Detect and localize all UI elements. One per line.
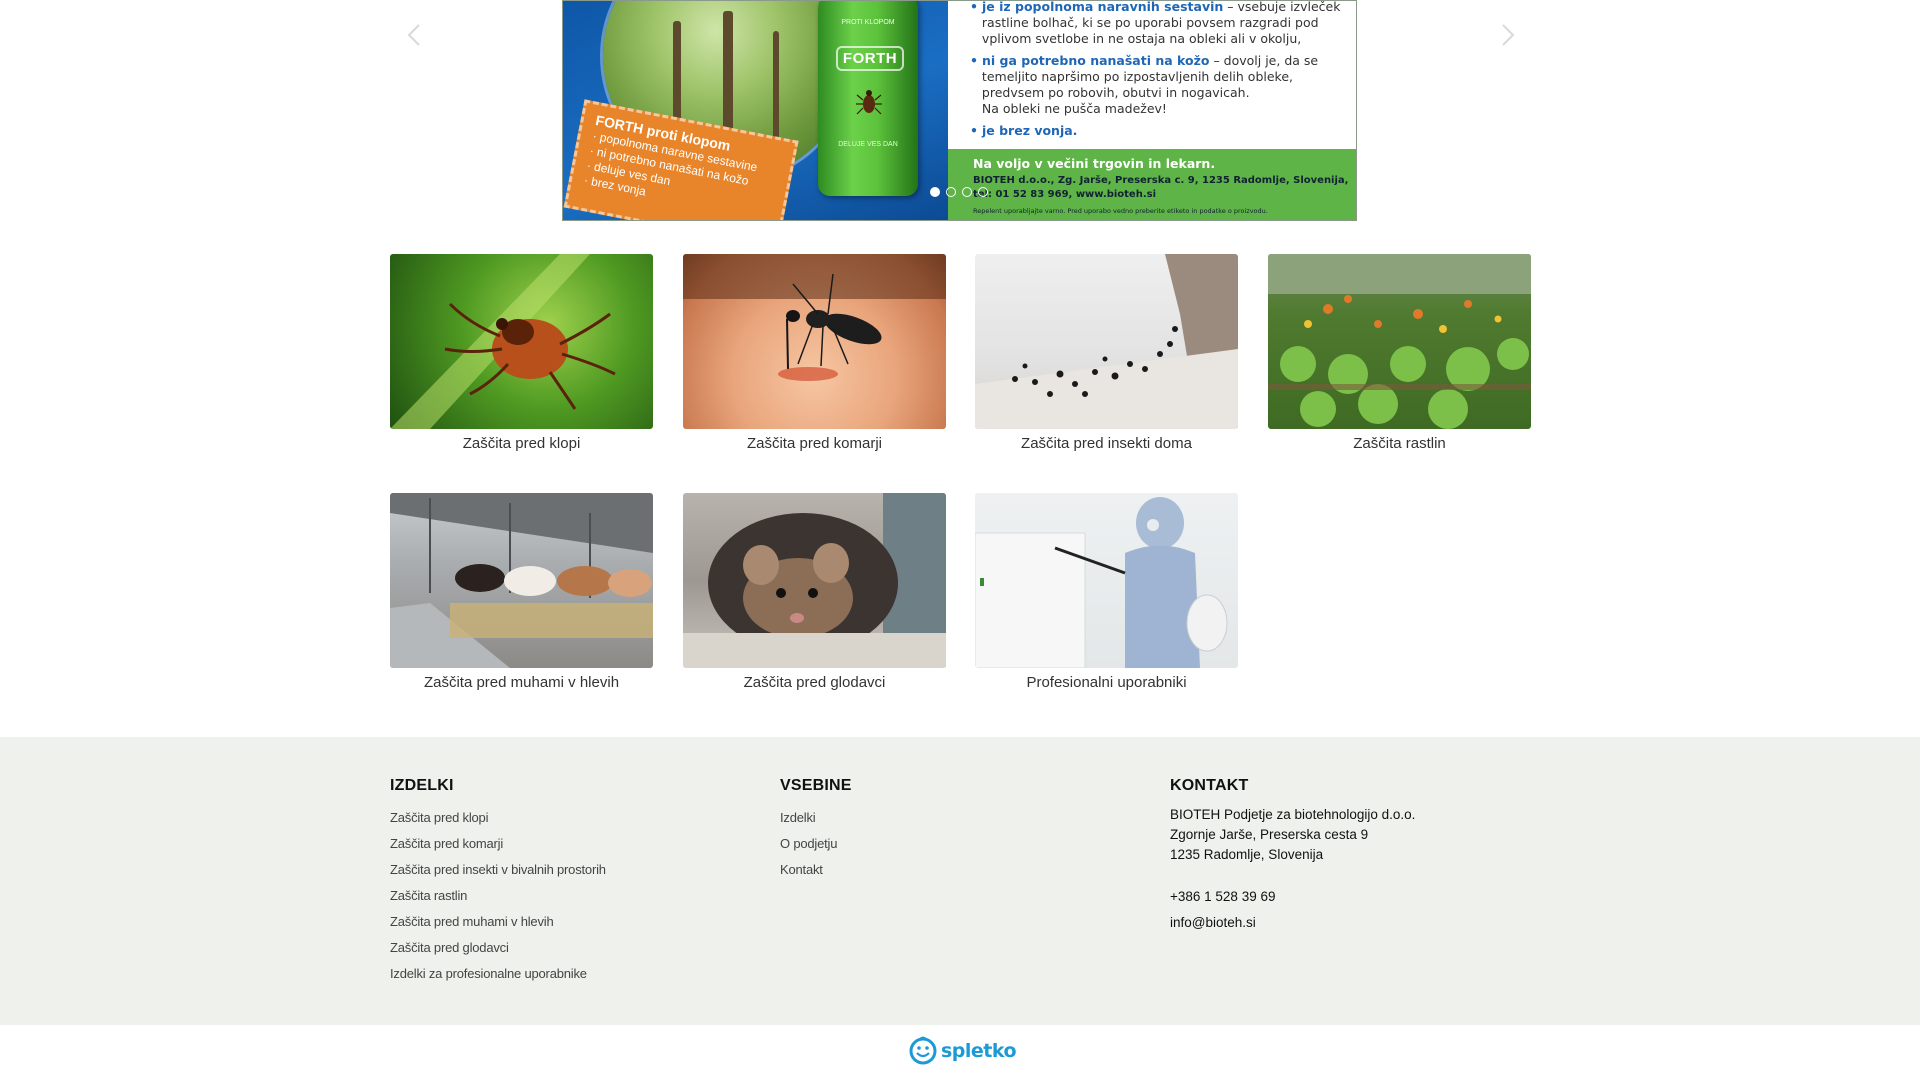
banner-address: BIOTEH d.o.o., Zg. Jarše, Preserska c. 9… bbox=[973, 175, 1349, 186]
feature-text: – dovolj je, da se bbox=[1209, 53, 1319, 68]
contact-street: Zgornje Jarše, Preserska cesta 9 bbox=[1170, 827, 1369, 842]
category-card-professional[interactable]: Profesionalni uporabniki bbox=[975, 493, 1238, 691]
next-slide-arrow-icon[interactable] bbox=[1494, 22, 1520, 48]
contact-phone[interactable]: +386 1 528 39 69 bbox=[1170, 887, 1415, 907]
barn-image[interactable] bbox=[390, 493, 653, 668]
footer-link[interactable]: Zaščita pred komarji bbox=[390, 831, 606, 857]
feature-1: • je iz popolnoma naravnih sestavin – vs… bbox=[970, 0, 1341, 46]
category-label[interactable]: Profesionalni uporabniki bbox=[975, 674, 1238, 691]
category-label[interactable]: Zaščita rastlin bbox=[1268, 435, 1531, 452]
slider-dot[interactable] bbox=[962, 187, 972, 197]
site-footer: IZDELKI Zaščita pred klopi Zaščita pred … bbox=[0, 737, 1920, 1025]
category-label[interactable]: Zaščita pred glodavci bbox=[683, 674, 946, 691]
tick-image[interactable] bbox=[390, 254, 653, 429]
footer-heading: KONTAKT bbox=[1170, 777, 1249, 794]
slider-dot[interactable] bbox=[978, 187, 988, 197]
slider-dot[interactable] bbox=[930, 187, 940, 197]
banner-visual: PROTI KLOPOM FORTH DELUJE VES DAN FORTH … bbox=[563, 1, 948, 220]
feature-text: – vsebuje izvleček bbox=[1223, 0, 1341, 14]
footer-link[interactable]: Zaščita pred glodavci bbox=[390, 935, 606, 961]
rat-image[interactable] bbox=[683, 493, 946, 668]
feature-highlight: je iz popolnoma naravnih sestavin bbox=[981, 0, 1224, 14]
feature-3: • je brez vonja. bbox=[970, 123, 1078, 138]
feature-text: predvsem po robovih, obutvi in nogavicah… bbox=[981, 85, 1250, 100]
feature-text: Na obleki ne pušča madežev! bbox=[981, 101, 1167, 116]
footer-contact-column: KONTAKT BIOTEH Podjetje za biotehnologij… bbox=[1170, 777, 1415, 933]
banner-text-panel: • je iz popolnoma naravnih sestavin – vs… bbox=[948, 0, 1356, 220]
mosquito-image[interactable] bbox=[683, 254, 946, 429]
garden-image[interactable] bbox=[1268, 254, 1531, 429]
category-card-barn-flies[interactable]: Zaščita pred muhami v hlevih bbox=[390, 493, 653, 691]
slider-dot[interactable] bbox=[946, 187, 956, 197]
can-top-text: PROTI KLOPOM bbox=[841, 19, 895, 26]
footer-link[interactable]: Zaščita rastlin bbox=[390, 883, 606, 909]
footer-link[interactable]: Izdelki bbox=[780, 805, 852, 831]
feature-text: rastline bolhač, ki se po uporabi povsem… bbox=[981, 15, 1319, 30]
footer-contents-column: VSEBINE Izdelki O podjetju Kontakt bbox=[780, 777, 852, 883]
contact-city: 1235 Radomlje, Slovenija bbox=[1170, 847, 1324, 862]
feature-highlight: je brez vonja. bbox=[981, 123, 1078, 138]
feature-2: • ni ga potrebno nanašati na kožo – dovo… bbox=[970, 53, 1319, 116]
footer-link[interactable]: Zaščita pred klopi bbox=[390, 805, 606, 831]
availability-text: Na voljo v večini trgovin in lekarn. bbox=[973, 156, 1216, 171]
footer-heading: VSEBINE bbox=[780, 777, 852, 794]
category-card-ticks[interactable]: Zaščita pred klopi bbox=[390, 254, 653, 452]
tick-icon bbox=[856, 90, 882, 115]
category-label[interactable]: Zaščita pred insekti doma bbox=[975, 435, 1238, 452]
footer-link[interactable]: Izdelki za profesionalne uporabnike bbox=[390, 961, 606, 987]
category-label[interactable]: Zaščita pred komarji bbox=[683, 435, 946, 452]
category-card-rodents[interactable]: Zaščita pred glodavci bbox=[683, 493, 946, 691]
footer-link[interactable]: Zaščita pred muhami v hlevih bbox=[390, 909, 606, 935]
spletko-logo[interactable]: spletko bbox=[908, 1036, 1017, 1066]
pest-control-image[interactable] bbox=[975, 493, 1238, 668]
feature-text: vplivom svetlobe in ne ostaja na obleki … bbox=[981, 31, 1302, 46]
can-bottom-text: DELUJE VES DAN bbox=[838, 141, 898, 148]
category-label[interactable]: Zaščita pred muhami v hlevih bbox=[390, 674, 653, 691]
category-card-plants[interactable]: Zaščita rastlin bbox=[1268, 254, 1531, 452]
feature-text: temeljito napršimo po izpostavljenih del… bbox=[981, 69, 1293, 84]
hero-slider: PROTI KLOPOM FORTH DELUJE VES DAN FORTH … bbox=[0, 0, 1920, 225]
ants-image[interactable] bbox=[975, 254, 1238, 429]
can-brand: FORTH bbox=[836, 46, 904, 71]
footer-heading: IZDELKI bbox=[390, 777, 454, 794]
availability-bar: Na voljo v večini trgovin in lekarn. BIO… bbox=[948, 149, 1356, 220]
footer-products-column: IZDELKI Zaščita pred klopi Zaščita pred … bbox=[390, 777, 606, 987]
footer-link[interactable]: Kontakt bbox=[780, 857, 852, 883]
banner-phone: tel: 01 52 83 969, www.bioteh.si bbox=[973, 189, 1157, 200]
spray-can-image: PROTI KLOPOM FORTH DELUJE VES DAN bbox=[818, 1, 918, 196]
category-card-home-insects[interactable]: Zaščita pred insekti doma bbox=[975, 254, 1238, 452]
footer-link[interactable]: O podjetju bbox=[780, 831, 852, 857]
feature-highlight: ni ga potrebno nanašati na kožo bbox=[981, 53, 1210, 68]
category-card-mosquitoes[interactable]: Zaščita pred komarji bbox=[683, 254, 946, 452]
contact-company: BIOTEH Podjetje za biotehnologijo d.o.o. bbox=[1170, 807, 1416, 822]
prev-slide-arrow-icon[interactable] bbox=[402, 22, 428, 48]
category-label[interactable]: Zaščita pred klopi bbox=[390, 435, 653, 452]
smiley-icon bbox=[909, 1036, 937, 1065]
banner-disclaimer: Repelent uporabljajte varno. Pred uporab… bbox=[973, 207, 1268, 215]
slider-dots bbox=[930, 187, 988, 197]
credit-bar: spletko bbox=[0, 1025, 1920, 1080]
logo-text: spletko bbox=[941, 1040, 1017, 1062]
contact-email[interactable]: info@bioteh.si bbox=[1170, 913, 1415, 933]
footer-link[interactable]: Zaščita pred insekti v bivalnih prostori… bbox=[390, 857, 606, 883]
